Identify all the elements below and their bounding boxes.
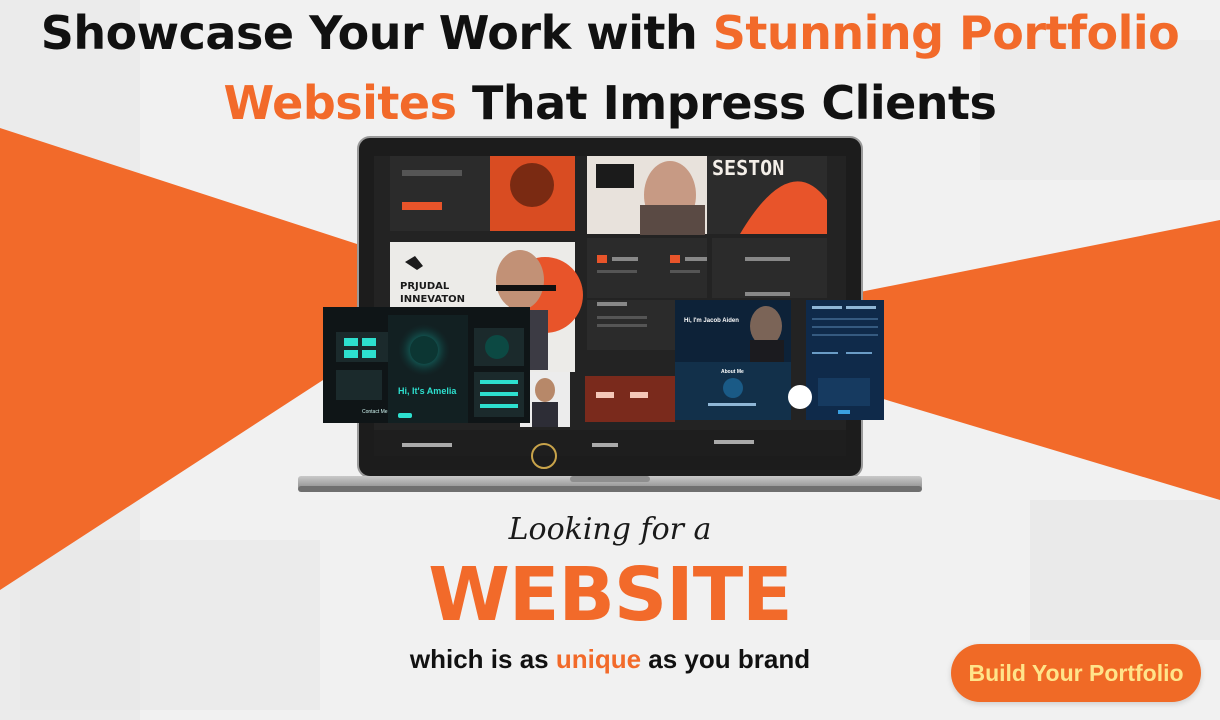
card-jacob-heading: Hi, I'm Jacob Aiden (684, 318, 739, 324)
portfolio-card-jacob: Hi, I'm Jacob Aiden About Me (675, 300, 791, 420)
tagline-highlight: unique (555, 644, 642, 674)
looking-for-text: Looking for a (508, 512, 712, 547)
website-heading: WEBSITE (428, 552, 792, 638)
screen-poster-title-a: PRJUDAL (400, 281, 450, 292)
tagline-text: as you brand (641, 644, 811, 674)
card-amelia-contact: Contact Me (362, 409, 388, 415)
banner: Showcase Your Work with Stunning Portfol… (0, 0, 1220, 720)
portfolio-card-amelia: Hi, It's Amelia Contact Me (323, 307, 530, 423)
tagline-text: which is as (409, 644, 556, 674)
screen-poster-title-b: INNEVATON (400, 294, 465, 305)
portfolio-card-dark-blue (806, 300, 884, 420)
card-jacob-about: About Me (721, 369, 744, 375)
screen-brand-title: SESTON (712, 156, 784, 180)
card-amelia-heading: Hi, It's Amelia (398, 386, 457, 396)
build-portfolio-button[interactable]: Build Your Portfolio (951, 644, 1201, 702)
